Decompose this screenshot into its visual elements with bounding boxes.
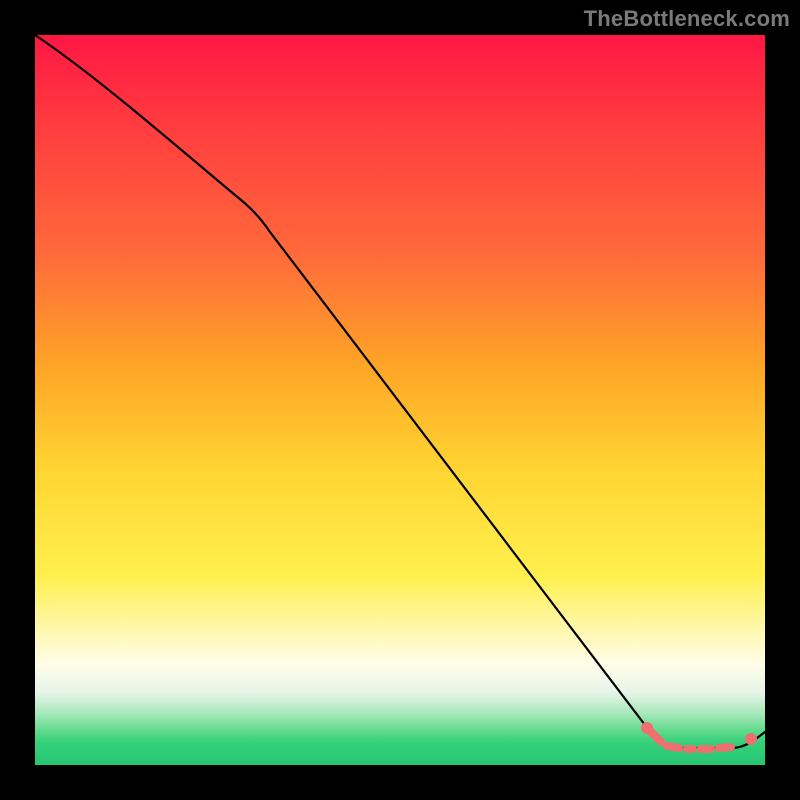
plot-area [35,35,765,765]
bottleneck-curve [35,35,765,748]
chart-overlay [35,35,765,765]
highlight-markers [641,722,757,749]
watermark-label: TheBottleneck.com [584,6,790,32]
chart-frame: TheBottleneck.com [0,0,800,800]
